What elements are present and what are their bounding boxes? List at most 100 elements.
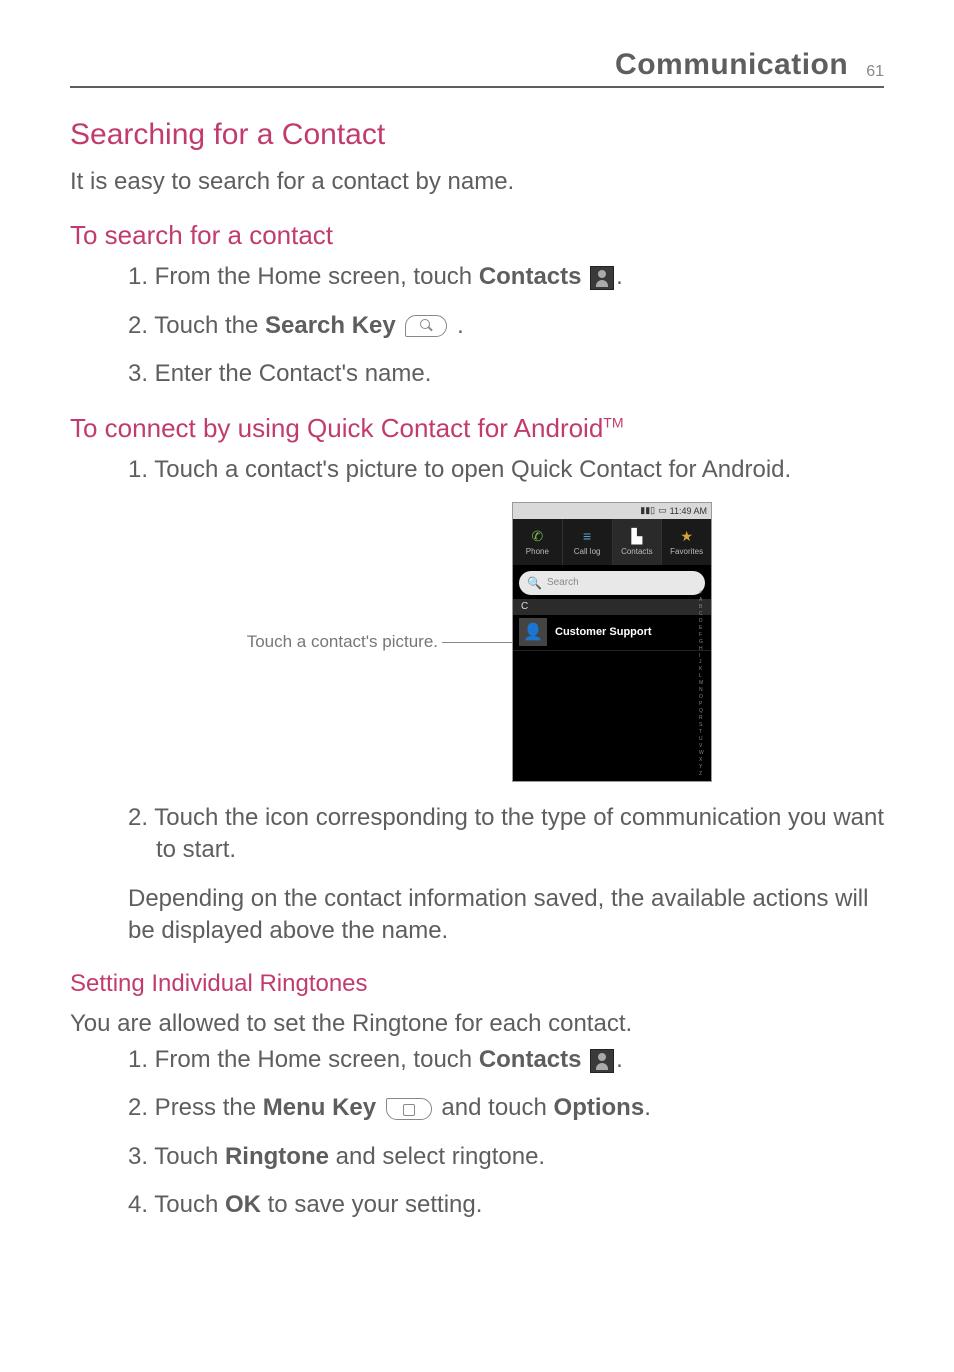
alpha-letter: R	[699, 716, 709, 721]
page-number: 61	[866, 63, 884, 81]
contacts-label: Contacts	[479, 263, 582, 290]
alpha-letter: C	[699, 612, 709, 617]
search-key-label: Search Key	[265, 312, 396, 339]
ringtone-label: Ringtone	[225, 1143, 329, 1170]
menu-key-label: Menu Key	[263, 1094, 376, 1121]
section-title: Communication	[615, 48, 848, 82]
alpha-letter: Q	[699, 709, 709, 714]
quick-step-2: 2. Touch the icon corresponding to the t…	[128, 802, 884, 867]
tab-label: Call log	[574, 547, 601, 556]
search-icon: 🔍	[527, 576, 542, 590]
tab-phone[interactable]: ✆ Phone	[513, 519, 563, 565]
quick-step-2-note: Depending on the contact information sav…	[128, 883, 884, 948]
alpha-letter: O	[699, 695, 709, 700]
search-step-3: 3. Enter the Contact's name.	[128, 358, 884, 390]
menu-key-icon	[386, 1098, 432, 1120]
step-text: .	[644, 1094, 651, 1121]
phone-icon: ✆	[528, 527, 546, 545]
quick-steps-cont: 2. Touch the icon corresponding to the t…	[128, 802, 884, 867]
step-text: .	[616, 263, 623, 290]
heading-quick-contact: To connect by using Quick Contact for An…	[70, 413, 884, 444]
alpha-letter: D	[699, 619, 709, 624]
tab-favorites[interactable]: ★ Favorites	[662, 519, 711, 565]
heading-ringtones: Setting Individual Ringtones	[70, 970, 884, 998]
search-steps: 1. From the Home screen, touch Contacts …	[128, 261, 884, 390]
status-bar: ▮▮▯ ▭ 11:49 AM	[513, 503, 711, 519]
ringtone-step-2: 2. Press the Menu Key and touch Options.	[128, 1092, 884, 1124]
caption-pointer-line	[442, 642, 512, 643]
alpha-letter: S	[699, 723, 709, 728]
contacts-tab-icon: ▙	[628, 527, 646, 545]
step-text: 3. Touch	[128, 1143, 225, 1170]
tab-label: Contacts	[621, 547, 653, 556]
alpha-letter: Y	[699, 765, 709, 770]
step-text: .	[616, 1046, 623, 1073]
quick-step-1: 1. Touch a contact's picture to open Qui…	[128, 454, 884, 486]
alpha-letter: E	[699, 626, 709, 631]
tab-bar: ✆ Phone ≡ Call log ▙ Contacts ★ Favorite…	[513, 519, 711, 565]
search-placeholder: Search	[547, 577, 579, 588]
quick-steps: 1. Touch a contact's picture to open Qui…	[128, 454, 884, 486]
alpha-letter: I	[699, 654, 709, 659]
step-text: 2. Press the	[128, 1094, 263, 1121]
contact-name: Customer Support	[555, 626, 652, 638]
search-step-2: 2. Touch the Search Key .	[128, 310, 884, 342]
alpha-letter: U	[699, 737, 709, 742]
alpha-letter: G	[699, 640, 709, 645]
page-header: Communication 61	[70, 48, 884, 88]
search-step-1: 1. From the Home screen, touch Contacts …	[128, 261, 884, 293]
status-time: 11:49 AM	[670, 506, 707, 516]
alpha-letter: H	[699, 647, 709, 652]
ringtone-intro: You are allowed to set the Ringtone for …	[70, 1008, 884, 1040]
alpha-index[interactable]: # A B C D E F G H I J K L M N O P Q R S …	[699, 591, 709, 777]
step-text: to save your setting.	[261, 1191, 482, 1218]
search-key-icon	[405, 315, 447, 337]
avatar[interactable]: 👤	[519, 618, 547, 646]
step-text: 4. Touch	[128, 1191, 225, 1218]
tab-label: Favorites	[670, 547, 703, 556]
alpha-letter: B	[699, 605, 709, 610]
alpha-letter: L	[699, 674, 709, 679]
step-text: 1. From the Home screen, touch	[128, 1046, 479, 1073]
caption-text: Touch a contact's picture.	[247, 632, 438, 651]
alpha-letter: A	[699, 598, 709, 603]
tab-calllog[interactable]: ≡ Call log	[563, 519, 613, 565]
alpha-letter: X	[699, 758, 709, 763]
options-label: Options	[554, 1094, 645, 1121]
step-text: 1. From the Home screen, touch	[128, 263, 479, 290]
search-input[interactable]: 🔍 Search	[519, 571, 705, 595]
heading-searching: Searching for a Contact	[70, 118, 884, 152]
alpha-letter: W	[699, 751, 709, 756]
contacts-icon	[590, 266, 614, 290]
alpha-letter: N	[699, 688, 709, 693]
step-text: and touch	[435, 1094, 554, 1121]
list-section-header: C	[513, 599, 711, 615]
contacts-icon	[590, 1049, 614, 1073]
battery-icon: ▭	[658, 505, 667, 516]
figure-caption: Touch a contact's picture.	[242, 632, 512, 652]
alpha-letter: F	[699, 633, 709, 638]
signal-icon: ▮▮▯	[640, 505, 655, 516]
step-text: and select ringtone.	[329, 1143, 545, 1170]
step-text: 2. Touch the	[128, 312, 265, 339]
step-text: .	[450, 312, 463, 339]
tab-contacts[interactable]: ▙ Contacts	[613, 519, 663, 565]
heading-text: To connect by using Quick Contact for An…	[70, 413, 603, 443]
ringtone-step-4: 4. Touch OK to save your setting.	[128, 1189, 884, 1221]
alpha-letter: P	[699, 702, 709, 707]
alpha-letter: M	[699, 681, 709, 686]
alpha-letter: V	[699, 744, 709, 749]
tab-label: Phone	[526, 547, 549, 556]
phone-screenshot: ▮▮▯ ▭ 11:49 AM ✆ Phone ≡ Call log ▙ Cont…	[512, 502, 712, 782]
heading-search-contact: To search for a contact	[70, 220, 884, 251]
alpha-letter: K	[699, 667, 709, 672]
trademark: TM	[603, 414, 623, 430]
ringtone-step-3: 3. Touch Ringtone and select ringtone.	[128, 1141, 884, 1173]
alpha-letter: #	[699, 591, 709, 596]
alpha-letter: J	[699, 660, 709, 665]
screenshot-figure: Touch a contact's picture. ▮▮▯ ▭ 11:49 A…	[70, 502, 884, 782]
contact-row[interactable]: 👤 Customer Support	[513, 615, 711, 651]
intro-text: It is easy to search for a contact by na…	[70, 166, 884, 198]
ringtone-step-1: 1. From the Home screen, touch Contacts …	[128, 1044, 884, 1076]
ok-label: OK	[225, 1191, 261, 1218]
